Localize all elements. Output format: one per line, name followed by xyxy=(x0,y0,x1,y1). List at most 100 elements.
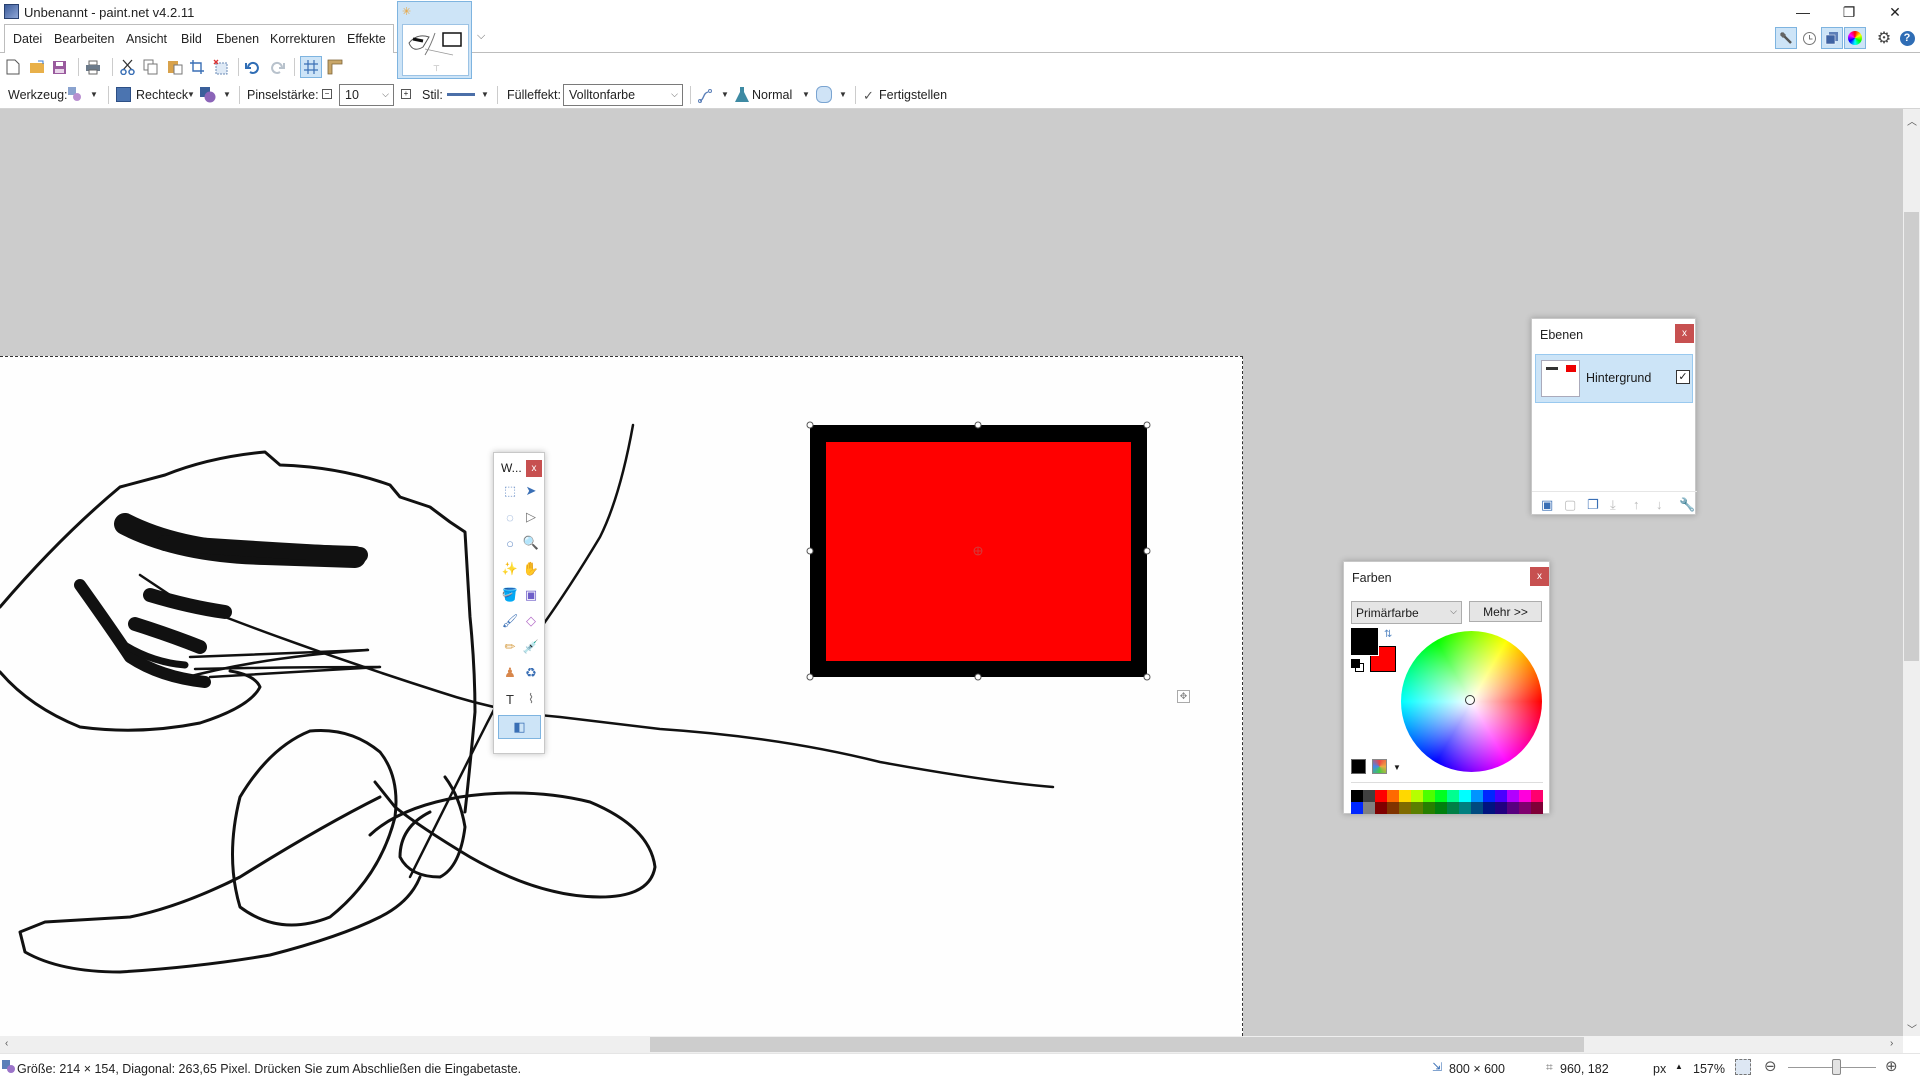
palette-dropdown-icon[interactable]: ▼ xyxy=(1393,763,1401,772)
units-dropdown-icon[interactable]: ▲ xyxy=(1675,1062,1683,1071)
palette-swatch[interactable] xyxy=(1519,790,1531,802)
tool-clone-stamp-icon[interactable]: ♟ xyxy=(500,663,520,683)
open-icon[interactable] xyxy=(28,58,46,76)
layer-properties-icon[interactable]: 🔧 xyxy=(1679,497,1695,513)
move-layer-up-icon[interactable]: ↑ xyxy=(1633,497,1640,512)
grid-icon[interactable] xyxy=(300,56,322,78)
palette-swatch[interactable] xyxy=(1459,790,1471,802)
vertical-scrollbar[interactable]: ︿ ﹀ xyxy=(1903,109,1920,1036)
tool-paintbrush-icon[interactable]: 🖌 xyxy=(500,611,520,631)
scroll-left-icon[interactable]: ‹ xyxy=(5,1038,8,1049)
palette-swatch[interactable] xyxy=(1375,790,1387,802)
palette-swatch[interactable] xyxy=(1447,790,1459,802)
redo-icon[interactable] xyxy=(268,58,286,76)
rectangle-shape-icon[interactable] xyxy=(116,87,131,102)
menu-korrekturen[interactable]: Korrekturen xyxy=(270,32,335,46)
zoom-slider-thumb[interactable] xyxy=(1832,1059,1842,1075)
shape-type-label[interactable]: Rechteck xyxy=(136,88,188,102)
zoom-in-icon[interactable]: ⊕ xyxy=(1885,1057,1898,1075)
duplicate-layer-icon[interactable]: ❐ xyxy=(1587,497,1599,513)
palette-swatch[interactable] xyxy=(1423,802,1435,814)
palette-swatch[interactable] xyxy=(1531,790,1543,802)
print-icon[interactable] xyxy=(84,58,102,76)
brush-width-input[interactable]: 10 ⌵ xyxy=(339,84,394,106)
line-style-dropdown-icon[interactable]: ▼ xyxy=(481,90,489,99)
palette-swatch[interactable] xyxy=(1399,790,1411,802)
palette-swatch[interactable] xyxy=(1435,790,1447,802)
palette-swatch[interactable] xyxy=(1507,790,1519,802)
colors-window-icon[interactable] xyxy=(1844,27,1866,49)
restore-button[interactable]: ❐ xyxy=(1826,0,1872,24)
delete-layer-icon[interactable]: ▢ xyxy=(1564,497,1576,513)
palette-swatch[interactable] xyxy=(1387,790,1399,802)
close-window-button[interactable]: ✕ xyxy=(1872,0,1918,24)
vertical-scroll-thumb[interactable] xyxy=(1904,212,1919,661)
ruler-icon[interactable] xyxy=(326,58,344,76)
palette-swatch[interactable] xyxy=(1471,790,1483,802)
palette-swatch[interactable] xyxy=(1471,802,1483,814)
draw-fill-mode-icon[interactable] xyxy=(199,86,217,104)
tool-ellipse-select-icon[interactable]: ○ xyxy=(500,533,520,553)
layer-item[interactable]: Hintergrund ✓ xyxy=(1535,354,1693,403)
increase-width-button[interactable]: + xyxy=(401,89,411,99)
tool-gradient-icon[interactable]: ▣ xyxy=(521,585,541,605)
palette-swatch[interactable] xyxy=(1363,802,1375,814)
palette-swatch[interactable] xyxy=(1351,802,1363,814)
more-colors-button[interactable]: Mehr >> xyxy=(1469,601,1542,622)
tool-color-picker-icon[interactable]: 💉 xyxy=(521,637,541,657)
tool-magic-wand-icon[interactable]: ✨ xyxy=(500,559,520,579)
palette-swatch[interactable] xyxy=(1375,802,1387,814)
palette-swatch[interactable] xyxy=(1495,802,1507,814)
palette-swatch[interactable] xyxy=(1351,790,1363,802)
tool-pan-icon[interactable]: ✋ xyxy=(521,559,541,579)
move-layer-down-icon[interactable]: ↓ xyxy=(1656,497,1663,512)
shape-move-handle-icon[interactable]: ✥ xyxy=(1177,690,1190,703)
primary-color-swatch[interactable] xyxy=(1350,627,1379,656)
zoom-out-icon[interactable]: ⊖ xyxy=(1764,1057,1777,1075)
settings-icon[interactable]: ⚙ xyxy=(1873,27,1895,49)
layers-panel-close-button[interactable]: x xyxy=(1675,324,1694,343)
blend-mode-label[interactable]: Normal xyxy=(752,88,792,102)
tool-rectangle-select-icon[interactable]: ⬚ xyxy=(500,481,520,501)
crop-to-selection-icon[interactable] xyxy=(188,58,206,76)
palette-swatch[interactable] xyxy=(1483,802,1495,814)
palette-swatch[interactable] xyxy=(1411,790,1423,802)
history-window-icon[interactable] xyxy=(1798,27,1820,49)
horizontal-scrollbar[interactable]: ‹ › xyxy=(0,1036,1903,1053)
add-layer-icon[interactable]: ▣ xyxy=(1541,497,1553,513)
deselect-icon[interactable] xyxy=(212,58,230,76)
finish-button[interactable]: Fertigstellen xyxy=(879,88,947,102)
merge-layer-down-icon[interactable]: ⤓ xyxy=(1610,497,1616,513)
palette-swatch[interactable] xyxy=(1507,802,1519,814)
palette-swatch[interactable] xyxy=(1423,790,1435,802)
horizontal-scroll-thumb[interactable] xyxy=(650,1037,1584,1052)
palette-swatch[interactable] xyxy=(1399,802,1411,814)
shapes-tool-icon[interactable] xyxy=(67,86,83,102)
menu-datei[interactable]: Datei xyxy=(13,32,42,46)
new-icon[interactable] xyxy=(4,58,22,76)
blend-mode-dropdown-icon[interactable]: ▼ xyxy=(802,90,810,99)
antialiasing-dropdown-icon[interactable]: ▼ xyxy=(721,90,729,99)
menu-bild[interactable]: Bild xyxy=(181,32,202,46)
color-wheel-marker[interactable] xyxy=(1465,695,1475,705)
tool-shapes-icon[interactable]: ◧ xyxy=(498,715,541,739)
clipping-dropdown-icon[interactable]: ▼ xyxy=(839,90,847,99)
tool-line-curve-icon[interactable]: ⌇ xyxy=(521,689,541,709)
layers-window-icon[interactable] xyxy=(1821,27,1843,49)
palette-swatch[interactable] xyxy=(1519,802,1531,814)
tool-text-icon[interactable]: T xyxy=(500,689,520,709)
fill-select[interactable]: Volltonfarbe ⌵ xyxy=(563,84,683,106)
scroll-up-icon[interactable]: ︿ xyxy=(1907,113,1917,128)
zoom-level[interactable]: 157% xyxy=(1693,1062,1725,1076)
palette-swatch[interactable] xyxy=(1483,790,1495,802)
palette-menu-icon[interactable] xyxy=(1372,759,1387,774)
tools-panel-close-button[interactable]: x xyxy=(526,460,542,477)
color-wheel[interactable] xyxy=(1401,631,1542,772)
add-to-palette-icon[interactable] xyxy=(1351,759,1366,774)
units-select[interactable]: px xyxy=(1653,1062,1666,1076)
tab-list-chevron-icon[interactable]: ⌵ xyxy=(477,30,485,43)
colors-panel-close-button[interactable]: x xyxy=(1530,567,1549,586)
color-target-select[interactable]: Primärfarbe ⌵ xyxy=(1351,601,1462,624)
tool-pencil-icon[interactable]: ✏ xyxy=(500,637,520,657)
paste-icon[interactable] xyxy=(166,58,184,76)
